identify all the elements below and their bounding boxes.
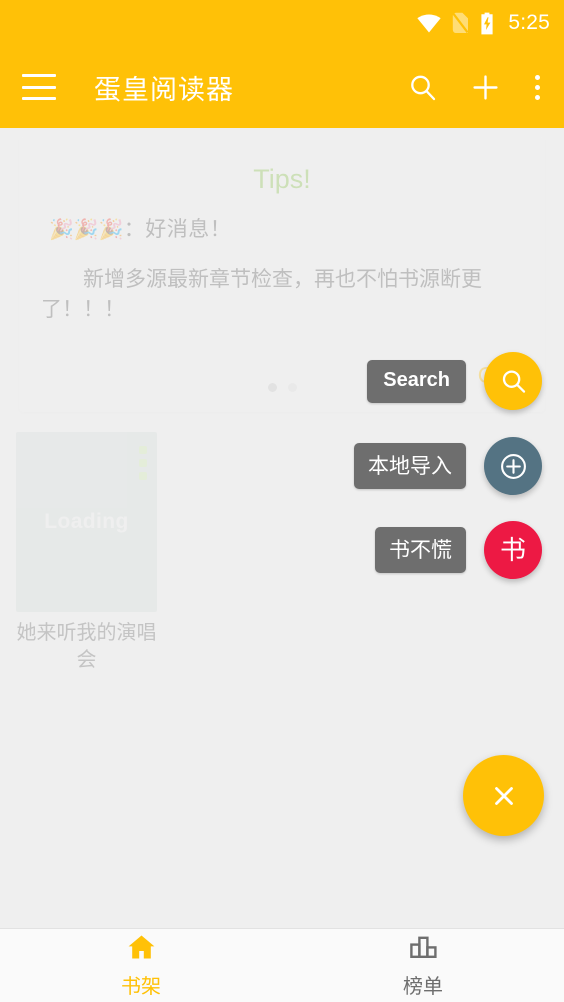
main-content: Tips! 🎉🎉🎉：好消息！ 新增多源最新章节检查，再也不怕书源断更了！！！ O… <box>0 128 564 928</box>
page-dot-active[interactable] <box>267 383 277 392</box>
sim-card-off-icon <box>452 12 469 34</box>
wifi-icon <box>417 14 441 33</box>
app-bar: 蛋皇阅读器 <box>0 46 564 128</box>
tips-body-text: 新增多源最新章节检查，再也不怕书源断更了！！！ <box>41 268 482 321</box>
add-icon[interactable] <box>471 73 500 102</box>
fab-label-shubuhuang[interactable]: 书不慌 <box>375 527 466 573</box>
app-root: 5:25 蛋皇阅读器 Tips! 🎉🎉🎉：好消息！ 新增多源最新章节检查，再也不… <box>0 0 564 1002</box>
fab-button-search[interactable] <box>484 352 542 410</box>
close-icon <box>494 786 513 805</box>
hamburger-menu-icon[interactable] <box>22 74 56 100</box>
fab-item-shubuhuang[interactable]: 书不慌 书 <box>375 521 542 579</box>
bottom-navigation: 书架 榜单 <box>0 928 564 1002</box>
fab-item-search[interactable]: Search <box>367 352 542 410</box>
overflow-menu-icon[interactable] <box>534 74 540 100</box>
battery-charging-icon <box>480 12 494 35</box>
book-cover-loading-text: Loading <box>44 510 129 533</box>
nav-item-bookshelf[interactable]: 书架 <box>0 933 282 999</box>
status-bar: 5:25 <box>0 0 564 46</box>
fab-label-search[interactable]: Search <box>367 359 466 403</box>
nav-item-ranking[interactable]: 榜单 <box>282 933 564 999</box>
tips-headline: 🎉🎉🎉：好消息！ <box>49 213 545 243</box>
tips-headline-text: ：好消息！ <box>123 218 232 241</box>
page-dot[interactable] <box>287 383 297 392</box>
app-bar-actions <box>408 73 546 102</box>
status-bar-clock: 5:25 <box>508 11 550 34</box>
fab-close-button[interactable] <box>463 755 544 836</box>
tips-title: Tips! <box>253 164 311 194</box>
book-cover[interactable]: Loading <box>16 432 157 612</box>
fab-button-local-import[interactable] <box>484 437 542 495</box>
fab-label-local-import[interactable]: 本地导入 <box>354 443 466 489</box>
fab-glyph-shu: 书 <box>499 535 526 565</box>
fab-item-local-import[interactable]: 本地导入 <box>354 437 542 495</box>
book-item[interactable]: Loading 她来听我的演唱会 <box>16 432 157 674</box>
bar-chart-icon <box>408 933 439 967</box>
fab-button-shubuhuang[interactable]: 书 <box>484 521 542 579</box>
party-popper-icon: 🎉🎉🎉 <box>49 219 124 241</box>
book-overflow-icon[interactable] <box>139 446 147 480</box>
page-title: 蛋皇阅读器 <box>94 74 234 105</box>
home-icon <box>126 933 157 967</box>
nav-label-bookshelf: 书架 <box>121 975 161 998</box>
book-title: 她来听我的演唱会 <box>16 622 157 671</box>
nav-label-ranking: 榜单 <box>403 975 443 998</box>
search-icon[interactable] <box>408 73 437 102</box>
